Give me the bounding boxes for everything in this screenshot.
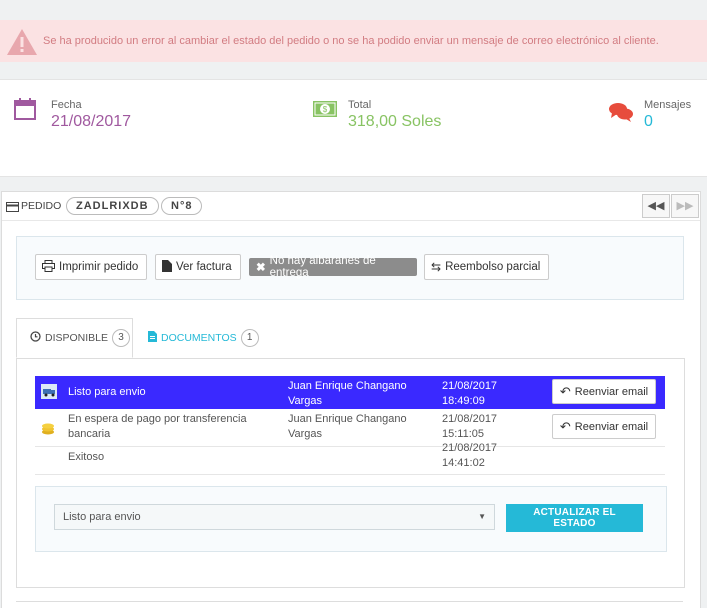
partial-refund-label: Reembolso parcial (445, 261, 541, 273)
history-employee: Juan Enrique Changano Vargas (288, 380, 407, 407)
calendar-icon (13, 97, 37, 124)
close-icon: ✖ (256, 262, 266, 274)
coins-icon (41, 422, 55, 438)
history-date: 21/08/2017 (442, 442, 498, 454)
money-icon: $ (312, 100, 338, 121)
history-state: Listo para envio (68, 386, 146, 398)
reply-icon: ↶ (559, 418, 571, 434)
resend-email-label: Reenviar email (574, 385, 649, 398)
history-time: 18:49:09 (442, 395, 485, 407)
history-date: 21/08/2017 (442, 413, 498, 425)
tab-disponible-count: 3 (112, 329, 131, 347)
history-state: Exitoso (68, 451, 105, 463)
panel-divider (16, 601, 683, 602)
kpi-mensajes-value: 0 (644, 113, 653, 130)
history-state: En espera de pago por transferencia banc… (68, 413, 247, 440)
file-icon (162, 259, 172, 275)
kpi-total-label: Total (348, 99, 372, 111)
print-order-label: Imprimir pedido (59, 261, 139, 273)
row-divider (35, 474, 665, 475)
order-state-selected: Listo para envio (63, 511, 141, 523)
kpi-bar: Fecha 21/08/2017 $ Total 318,00 Soles Me… (0, 79, 707, 177)
table-row: En espera de pago por transferencia banc… (35, 412, 665, 445)
tab-documentos[interactable]: DOCUMENTOS 1 (148, 318, 259, 358)
history-time: 14:41:02 (442, 457, 485, 469)
history-time: 15:11:05 (442, 428, 485, 440)
table-row: Listo para envio Juan Enrique Changano V… (35, 376, 665, 409)
resend-email-button[interactable]: ↶ Reenviar email (552, 379, 656, 404)
history-panel: Listo para envio Juan Enrique Changano V… (16, 358, 685, 588)
print-order-button[interactable]: Imprimir pedido (35, 254, 147, 280)
partial-refund-button[interactable]: ⇆ Reembolso parcial (424, 254, 549, 280)
order-state-select[interactable]: Listo para envio ▼ (54, 504, 495, 530)
kpi-fecha-value: 21/08/2017 (51, 113, 132, 130)
tab-disponible[interactable]: DISPONIBLE 3 (16, 318, 133, 358)
view-invoice-button[interactable]: Ver factura (155, 254, 241, 280)
tab-documentos-label: DOCUMENTOS (161, 332, 237, 344)
next-order-button[interactable]: ▶▶ (671, 194, 699, 218)
order-actions: Imprimir pedido Ver factura ✖ No hay alb… (16, 236, 684, 300)
kpi-total-value: 318,00 Soles (348, 113, 442, 130)
prev-order-button[interactable]: ◀◀ (642, 194, 670, 218)
svg-text:$: $ (323, 105, 328, 114)
status-update-form: Listo para envio ▼ ACTUALIZAR EL ESTADO (35, 486, 667, 552)
order-label: PEDIDO (21, 200, 62, 212)
forward-icon: ▶▶ (676, 200, 694, 212)
history-date: 21/08/2017 (442, 380, 498, 392)
chat-icon (608, 101, 634, 126)
warning-icon (6, 28, 38, 59)
document-icon (148, 331, 157, 345)
kpi-fecha-label: Fecha (51, 99, 82, 111)
truck-icon (41, 384, 57, 402)
reply-icon: ↶ (559, 383, 571, 399)
clock-icon (30, 331, 41, 345)
order-header: PEDIDO ZADLRIXDB N°8 ◀◀ ▶▶ (2, 192, 700, 221)
view-invoice-label: Ver factura (176, 261, 232, 273)
row-divider (35, 446, 665, 447)
tab-disponible-label: DISPONIBLE (45, 332, 109, 344)
resend-email-button[interactable]: ↶ Reenviar email (552, 414, 656, 439)
resend-email-label: Reenviar email (574, 420, 649, 433)
top-strip (0, 0, 707, 14)
history-employee: Juan Enrique Changano Vargas (288, 413, 407, 440)
no-delivery-button: ✖ No hay albaranes de entrega (249, 255, 417, 279)
order-panel: PEDIDO ZADLRIXDB N°8 ◀◀ ▶▶ Imprimir pedi… (1, 191, 701, 608)
error-alert: Se ha producido un error al cambiar el e… (0, 20, 707, 62)
update-status-button[interactable]: ACTUALIZAR EL ESTADO (506, 504, 643, 532)
table-row: Exitoso 21/08/2017 14:41:02 (35, 442, 665, 482)
tab-documentos-count: 1 (240, 329, 259, 347)
kpi-mensajes-label: Mensajes (644, 99, 692, 111)
alert-message: Se ha producido un error al cambiar el e… (43, 35, 659, 47)
order-reference: ZADLRIXDB (66, 197, 159, 215)
credit-card-icon (6, 201, 19, 215)
backward-icon: ◀◀ (647, 200, 665, 212)
print-icon (42, 259, 55, 275)
exchange-icon: ⇆ (431, 260, 442, 274)
caret-down-icon: ▼ (478, 512, 486, 521)
order-number: N°8 (161, 197, 203, 215)
no-delivery-label: No hay albaranes de entrega (269, 255, 376, 279)
